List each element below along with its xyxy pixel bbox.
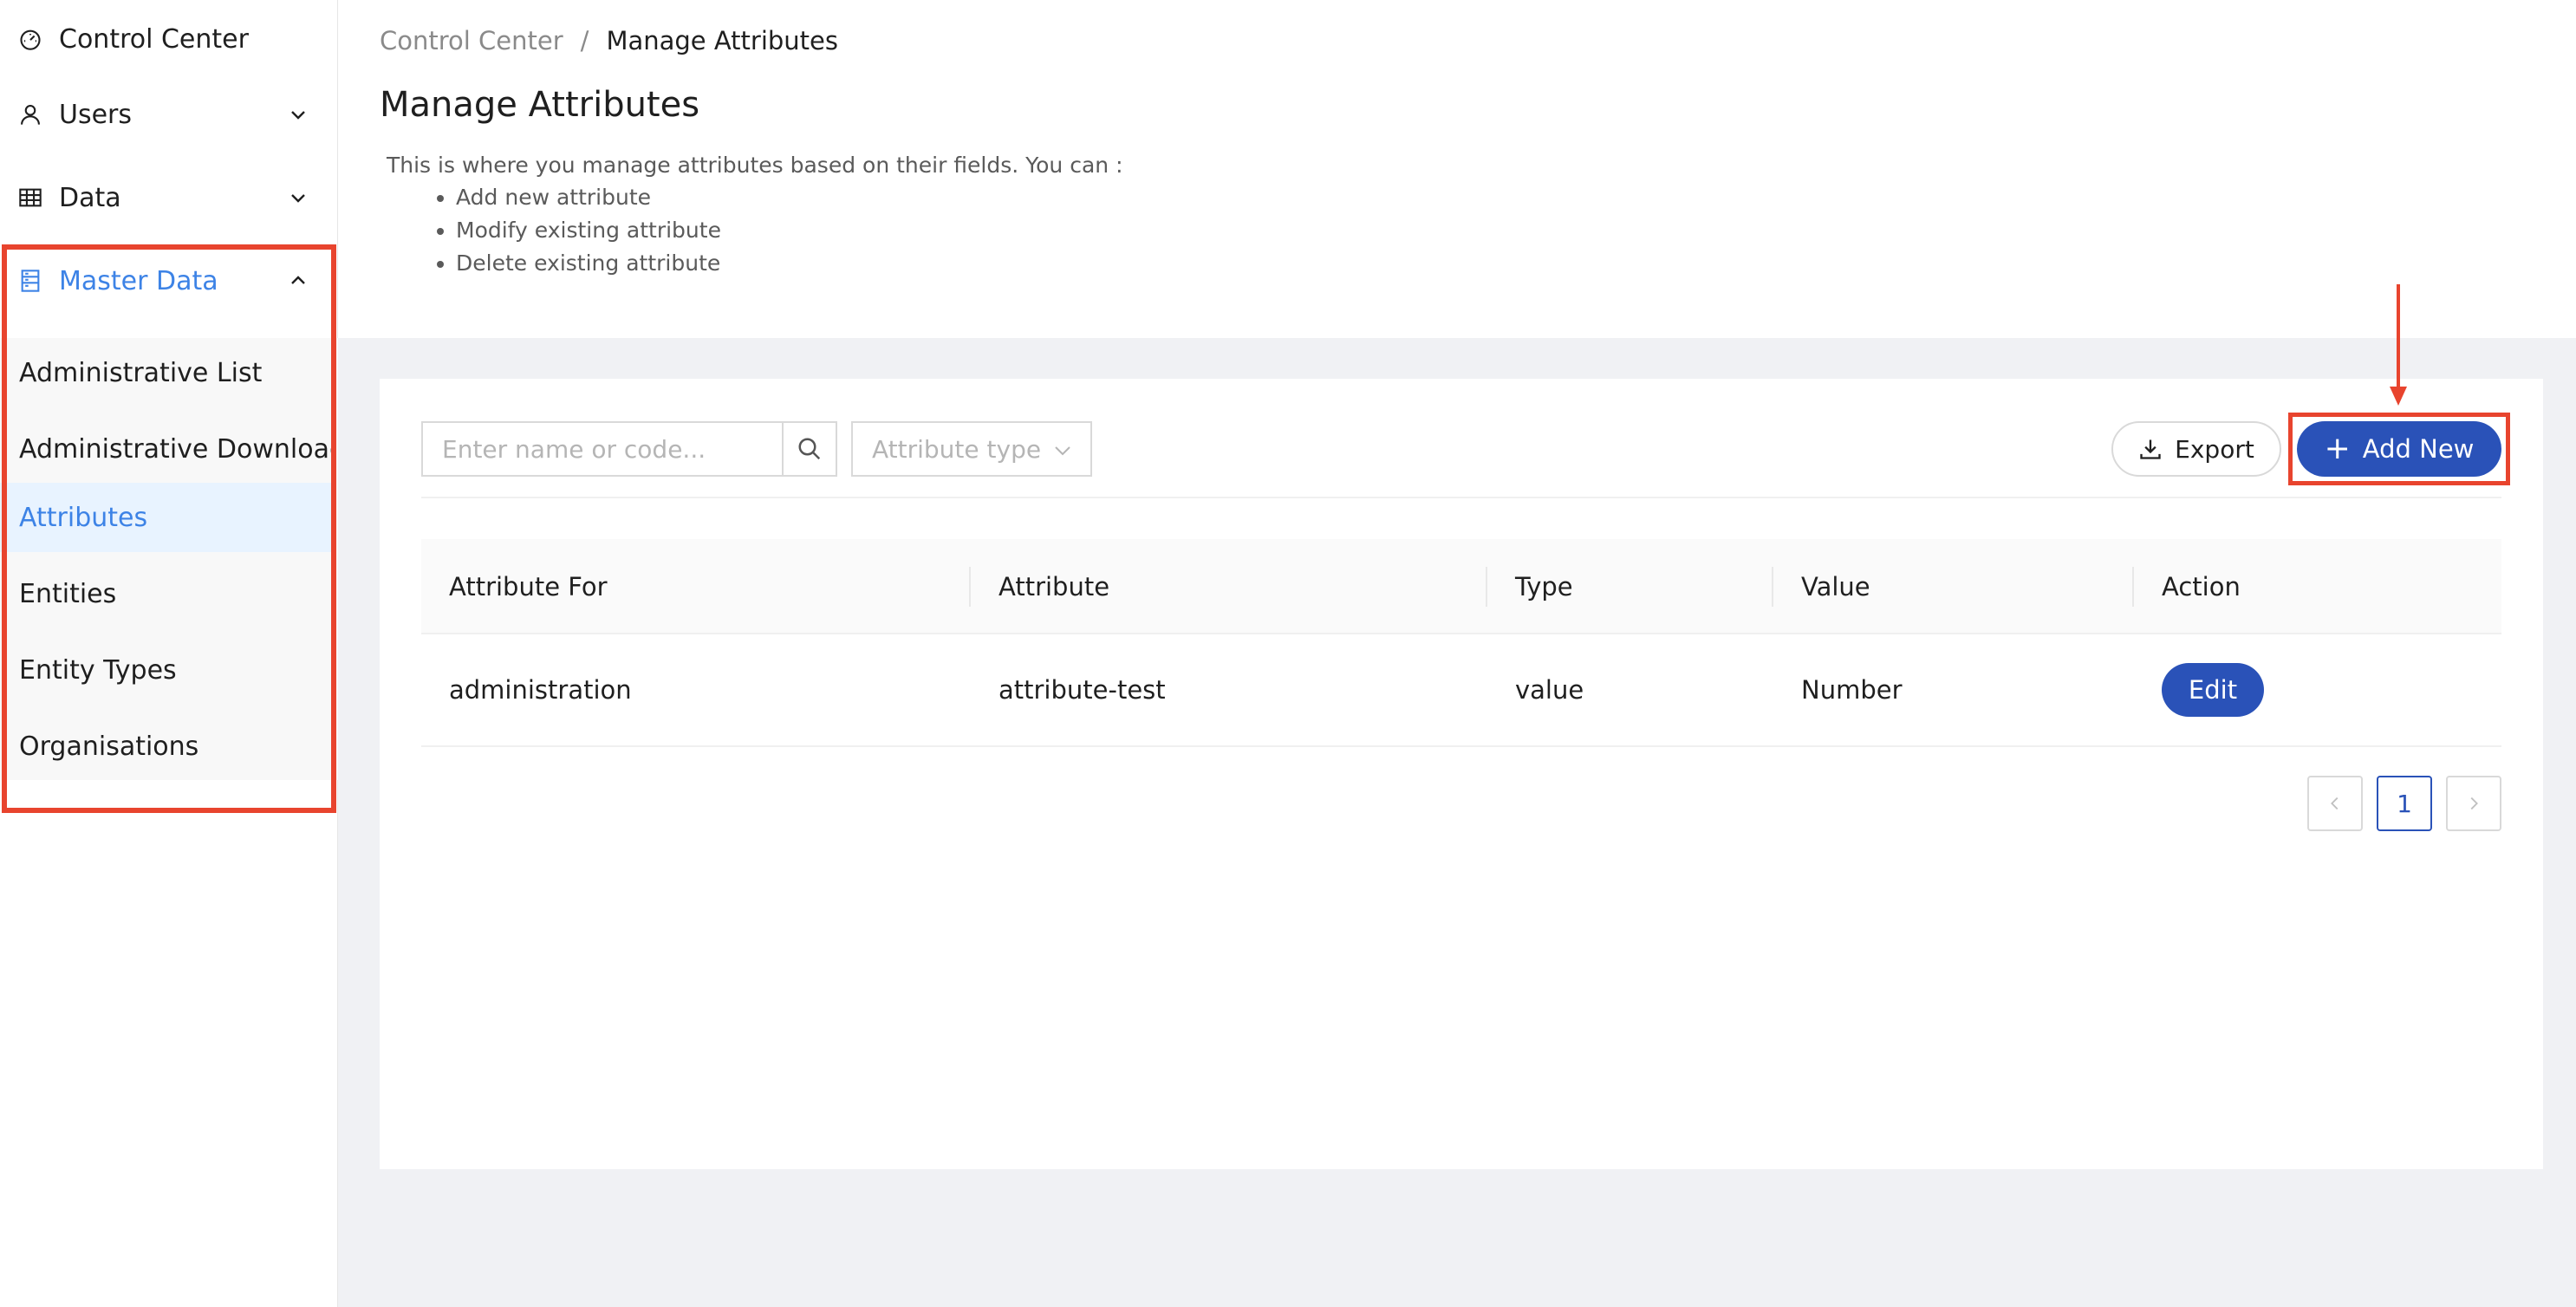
sidebar-item-administrative-list[interactable]: Administrative List xyxy=(0,338,333,407)
cell-attribute-for: administration xyxy=(449,675,632,705)
column-header-attribute-for[interactable]: Attribute For xyxy=(449,539,608,634)
sidebar-item-entities[interactable]: Entities xyxy=(0,559,333,628)
column-header-action: Action xyxy=(2162,572,2241,601)
search-button[interactable] xyxy=(782,421,837,477)
sidebar-item-users[interactable]: Users xyxy=(0,75,338,153)
attribute-type-placeholder: Attribute type xyxy=(872,434,1042,464)
column-separator xyxy=(1486,567,1487,607)
sidebar-item-administrative-downloads[interactable]: Administrative Downloads xyxy=(0,414,333,484)
sidebar-item-label: Control Center xyxy=(59,23,249,55)
description-list: Add new attribute Modify existing attrib… xyxy=(456,181,1123,280)
column-separator xyxy=(969,567,971,607)
sidebar: Control Center Users Data Master Data Ad… xyxy=(0,0,338,1307)
breadcrumb-current: Manage Attributes xyxy=(606,26,839,55)
description-bullet: Modify existing attribute xyxy=(456,214,1123,247)
export-label: Export xyxy=(2175,434,2254,464)
search-icon xyxy=(798,438,821,460)
sidebar-item-entity-types[interactable]: Entity Types xyxy=(0,635,333,705)
table-row: administration attribute-test value Numb… xyxy=(421,634,2501,747)
export-button[interactable]: Export xyxy=(2111,421,2281,477)
column-separator xyxy=(1772,567,1773,607)
column-header-value[interactable]: Value xyxy=(1801,539,1870,634)
dashboard-icon xyxy=(17,26,43,52)
sidebar-item-label: Data xyxy=(59,182,121,213)
cell-value: Number xyxy=(1801,675,1903,705)
attributes-table: Attribute For Attribute Type Value Actio… xyxy=(421,539,2501,747)
pagination-prev-button[interactable] xyxy=(2307,776,2363,831)
add-new-button[interactable]: + Add New xyxy=(2297,421,2501,477)
attribute-type-select[interactable]: Attribute type xyxy=(851,421,1092,477)
breadcrumb: Control Center / Manage Attributes xyxy=(380,26,838,55)
plus-icon: + xyxy=(2324,431,2351,466)
column-header-type[interactable]: Type xyxy=(1515,539,1573,634)
pagination-page-1[interactable]: 1 xyxy=(2377,776,2432,831)
sidebar-item-label: Master Data xyxy=(59,265,218,296)
column-header-attribute[interactable]: Attribute xyxy=(999,539,1109,634)
arrow-down-icon xyxy=(2390,284,2407,406)
chevron-right-icon xyxy=(2470,797,2478,810)
breadcrumb-separator: / xyxy=(580,26,589,55)
sidebar-item-control-center[interactable]: Control Center xyxy=(0,0,338,78)
edit-button[interactable]: Edit xyxy=(2162,663,2264,717)
description-text: This is where you manage attributes base… xyxy=(387,153,1123,178)
sidebar-item-label: Users xyxy=(59,99,133,130)
sidebar-item-organisations[interactable]: Organisations xyxy=(0,712,333,781)
sidebar-item-attributes[interactable]: Attributes xyxy=(0,483,333,552)
table-header: Attribute For Attribute Type Value Actio… xyxy=(421,539,2501,634)
master-data-submenu: Administrative List Administrative Downl… xyxy=(0,338,338,780)
description-bullet: Delete existing attribute xyxy=(456,247,1123,280)
chevron-down-icon xyxy=(291,194,305,203)
chevron-left-icon xyxy=(2331,797,2339,810)
add-new-label: Add New xyxy=(2362,434,2475,464)
pagination-next-button[interactable] xyxy=(2446,776,2501,831)
download-icon xyxy=(2140,439,2161,459)
column-separator xyxy=(2132,567,2134,607)
breadcrumb-root[interactable]: Control Center xyxy=(380,26,563,55)
cell-action: Edit xyxy=(2162,634,2264,745)
server-icon xyxy=(17,268,43,294)
description-bullet: Add new attribute xyxy=(456,181,1123,214)
sidebar-item-master-data[interactable]: Master Data xyxy=(0,242,338,320)
chevron-up-icon xyxy=(291,276,305,284)
cell-type: value xyxy=(1515,675,1584,705)
search-input[interactable] xyxy=(421,421,782,477)
chevron-down-icon xyxy=(291,111,305,120)
chevron-down-icon xyxy=(1055,446,1070,456)
cell-attribute: attribute-test xyxy=(999,675,1166,705)
table-icon xyxy=(17,185,43,211)
page-header: Control Center / Manage Attributes Manag… xyxy=(338,0,2576,338)
sidebar-item-data[interactable]: Data xyxy=(0,159,338,237)
user-icon xyxy=(17,101,43,127)
page-description: This is where you manage attributes base… xyxy=(387,153,1123,280)
page-title: Manage Attributes xyxy=(380,85,700,125)
toolbar-divider xyxy=(421,497,2501,498)
